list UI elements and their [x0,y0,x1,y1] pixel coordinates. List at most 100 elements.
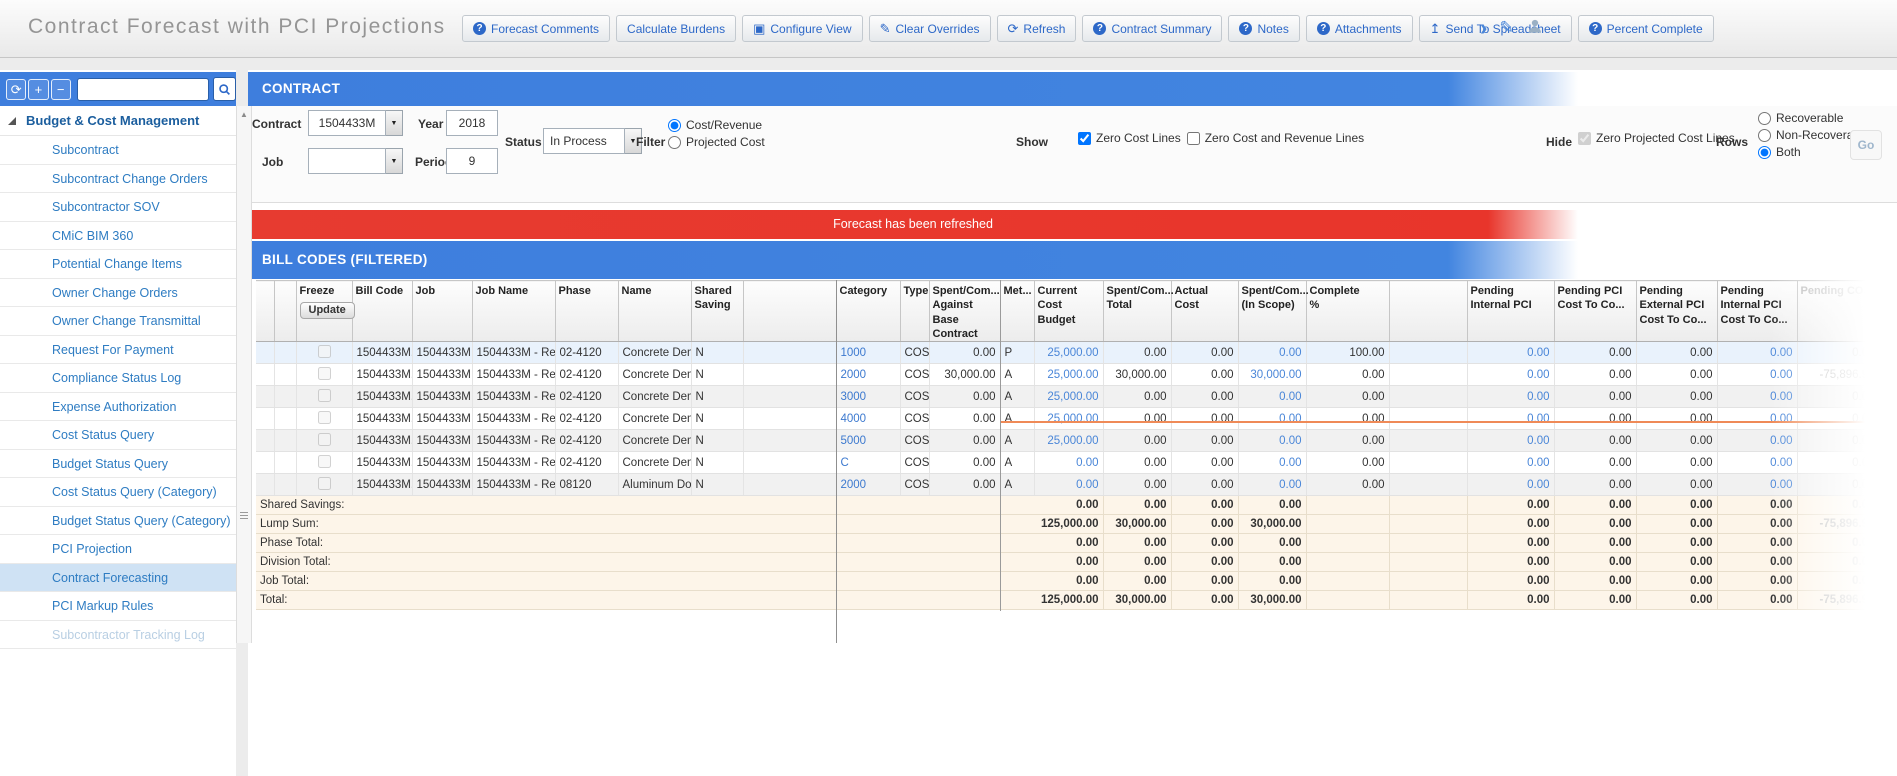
rows-radio[interactable] [1758,128,1771,142]
col-header-phase[interactable]: Phase [555,279,619,343]
sidebar-item-budget-cost-management[interactable]: Budget & Cost Management [0,106,236,136]
job-select[interactable]: ▼ [308,148,403,174]
rows-option[interactable]: Recoverable [1758,111,1869,125]
job-dropdown-icon[interactable]: ▼ [386,148,403,174]
rows-radio[interactable] [1758,111,1771,125]
hide-checkbox[interactable] [1578,131,1591,145]
hide-option[interactable]: Zero Projected Cost Lines [1578,131,1735,145]
col-header-shared_saving[interactable]: Shared Saving [691,279,744,343]
calculate-burdens-button[interactable]: Calculate Burdens [616,15,737,42]
show-option[interactable]: Zero Cost Lines [1078,131,1181,145]
row-freeze-checkbox[interactable] [317,388,331,402]
sidebar-item-pci-projection[interactable]: PCI Projection [0,535,236,564]
sidebar-item-owner-change-transmittal[interactable]: Owner Change Transmittal [0,307,236,336]
attachments-button[interactable]: ? Attachments [1305,15,1413,42]
row-freeze-checkbox[interactable] [317,366,331,380]
col-header-freeze[interactable]: Freeze Update [296,279,355,343]
col-header-job[interactable]: Job [412,279,473,343]
sidebar-item-budget-status-query-category-[interactable]: Budget Status Query (Category) [0,507,236,535]
sidebar-item-pci-markup-rules[interactable]: PCI Markup Rules [0,592,236,621]
sidebar-item-owner-change-orders[interactable]: Owner Change Orders [0,279,236,307]
category-link[interactable]: 5000 [841,435,867,447]
row-freeze-checkbox[interactable] [317,410,331,424]
row-freeze-checkbox[interactable] [317,476,331,490]
row-freeze-checkbox[interactable] [317,344,331,358]
filter-option[interactable]: Cost/Revenue [668,118,765,132]
go-button[interactable]: Go [1850,130,1882,160]
show-option[interactable]: Zero Cost and Revenue Lines [1186,131,1364,145]
sidebar-item-cmic-bim-360[interactable]: CMiC BIM 360 [0,222,236,250]
col-header-actual_cost[interactable]: Actual Cost [1171,279,1239,343]
sidebar-item-request-for-payment[interactable]: Request For Payment [0,336,236,364]
cell-spent_total: 0.00 [1103,341,1172,365]
splitter-scrollbar[interactable]: ▲ [236,106,252,643]
compose-icon[interactable]: ✎ [1499,18,1513,38]
col-header-pending_internal_pci[interactable]: Pending Internal PCI [1467,279,1555,343]
scroll-up-icon[interactable]: ▲ [237,110,251,119]
forecast-comments-button[interactable]: ? Forecast Comments [462,15,611,42]
sidebar-item-subcontractor-sov[interactable]: Subcontractor SOV [0,193,236,222]
show-checkbox[interactable] [1186,131,1200,145]
col-header-spent_in_scope[interactable]: Spent/Com... (In Scope) [1238,279,1309,343]
category-link[interactable]: 4000 [841,413,867,425]
sidebar-item-expense-authorization[interactable]: Expense Authorization [0,393,236,421]
period-field[interactable]: 9 [446,148,498,174]
cell-shared_saving: N [691,407,744,431]
category-link[interactable]: 2000 [841,479,867,491]
contract-select[interactable]: 1504433M ▼ [308,110,403,136]
category-link[interactable]: 2000 [841,369,867,381]
configure-view-button[interactable]: ▣ Configure View [742,15,863,42]
category-link[interactable]: 3000 [841,391,867,403]
col-header-type[interactable]: Type [900,279,930,343]
clear-overrides-button[interactable]: ✎ Clear Overrides [868,15,991,42]
sidebar-search-input[interactable] [76,77,209,101]
show-checkbox[interactable] [1078,131,1091,145]
status-select[interactable]: In Process ▼ [543,128,642,154]
sidebar-collapse-button[interactable]: − [50,78,71,100]
notes-button[interactable]: ? Notes [1228,15,1300,42]
col-header-job_name[interactable]: Job Name [472,279,556,343]
sidebar-item-compliance-status-log[interactable]: Compliance Status Log [0,364,236,393]
row-freeze-checkbox[interactable] [317,454,331,468]
year-field[interactable]: 2018 [446,110,498,136]
contract-dropdown-icon[interactable]: ▼ [386,110,403,136]
col-header-current_cost_budget[interactable]: Current Cost Budget [1034,279,1104,343]
chevron-right-icon[interactable]: › [1480,15,1487,41]
filter-radio[interactable] [668,135,681,149]
sidebar-item-label: Contract Forecasting [52,570,169,585]
col-header-spent_total[interactable]: Spent/Com... Total [1103,279,1174,343]
rows-radio[interactable] [1758,145,1771,159]
col-header-category[interactable]: Category [836,279,901,343]
col-header-met[interactable]: Met... [1000,279,1035,343]
filter-radio[interactable] [668,118,681,132]
sidebar-item-subcontract-change-orders[interactable]: Subcontract Change Orders [0,165,236,193]
sidebar-item-subcontract[interactable]: Subcontract [0,136,236,165]
contract-summary-button[interactable]: ? Contract Summary [1082,15,1223,42]
user-icon[interactable] [1526,17,1544,40]
row-freeze-checkbox[interactable] [317,432,331,446]
col-header-name[interactable]: Name [618,279,692,343]
percent-complete-button[interactable]: ? Percent Complete [1577,15,1714,42]
sidebar-expand-button[interactable]: + [28,78,49,100]
sidebar-item-cost-status-query-category-[interactable]: Cost Status Query (Category) [0,478,236,507]
col-header-complete_pct[interactable]: Complete % [1306,279,1390,343]
sidebar-item-cost-status-query[interactable]: Cost Status Query [0,421,236,450]
sidebar-item-contract-forecasting[interactable]: Contract Forecasting [0,563,236,592]
toolbar-button-label: Calculate Burdens [627,21,726,36]
refresh-button[interactable]: ⟳ Refresh [996,15,1077,42]
category-link[interactable]: 1000 [841,347,867,359]
sidebar-item-budget-status-query[interactable]: Budget Status Query [0,450,236,478]
search-icon[interactable] [212,77,237,101]
update-button[interactable]: Update [299,302,355,320]
col-header-pending_pci_cost_to_complete[interactable]: Pending PCI Cost To Co... [1554,279,1637,343]
splitter-grip-icon[interactable] [240,510,248,521]
col-header-pending_external_pci_cost_to_complete[interactable]: Pending External PCI Cost To Co... [1636,279,1718,343]
category-link[interactable]: C [841,457,849,469]
sidebar-root-label: Budget & Cost Management [26,113,200,128]
sidebar-refresh-button[interactable]: ⟳ [6,78,27,100]
sidebar-item-potential-change-items[interactable]: Potential Change Items [0,250,236,279]
col-header-bill_code[interactable]: Bill Code [352,279,413,343]
col-header-spacer1 [743,279,837,343]
col-header-spent_against_base[interactable]: Spent/Com... Against Base Contract [929,279,1001,343]
filter-option[interactable]: Projected Cost [668,135,765,149]
